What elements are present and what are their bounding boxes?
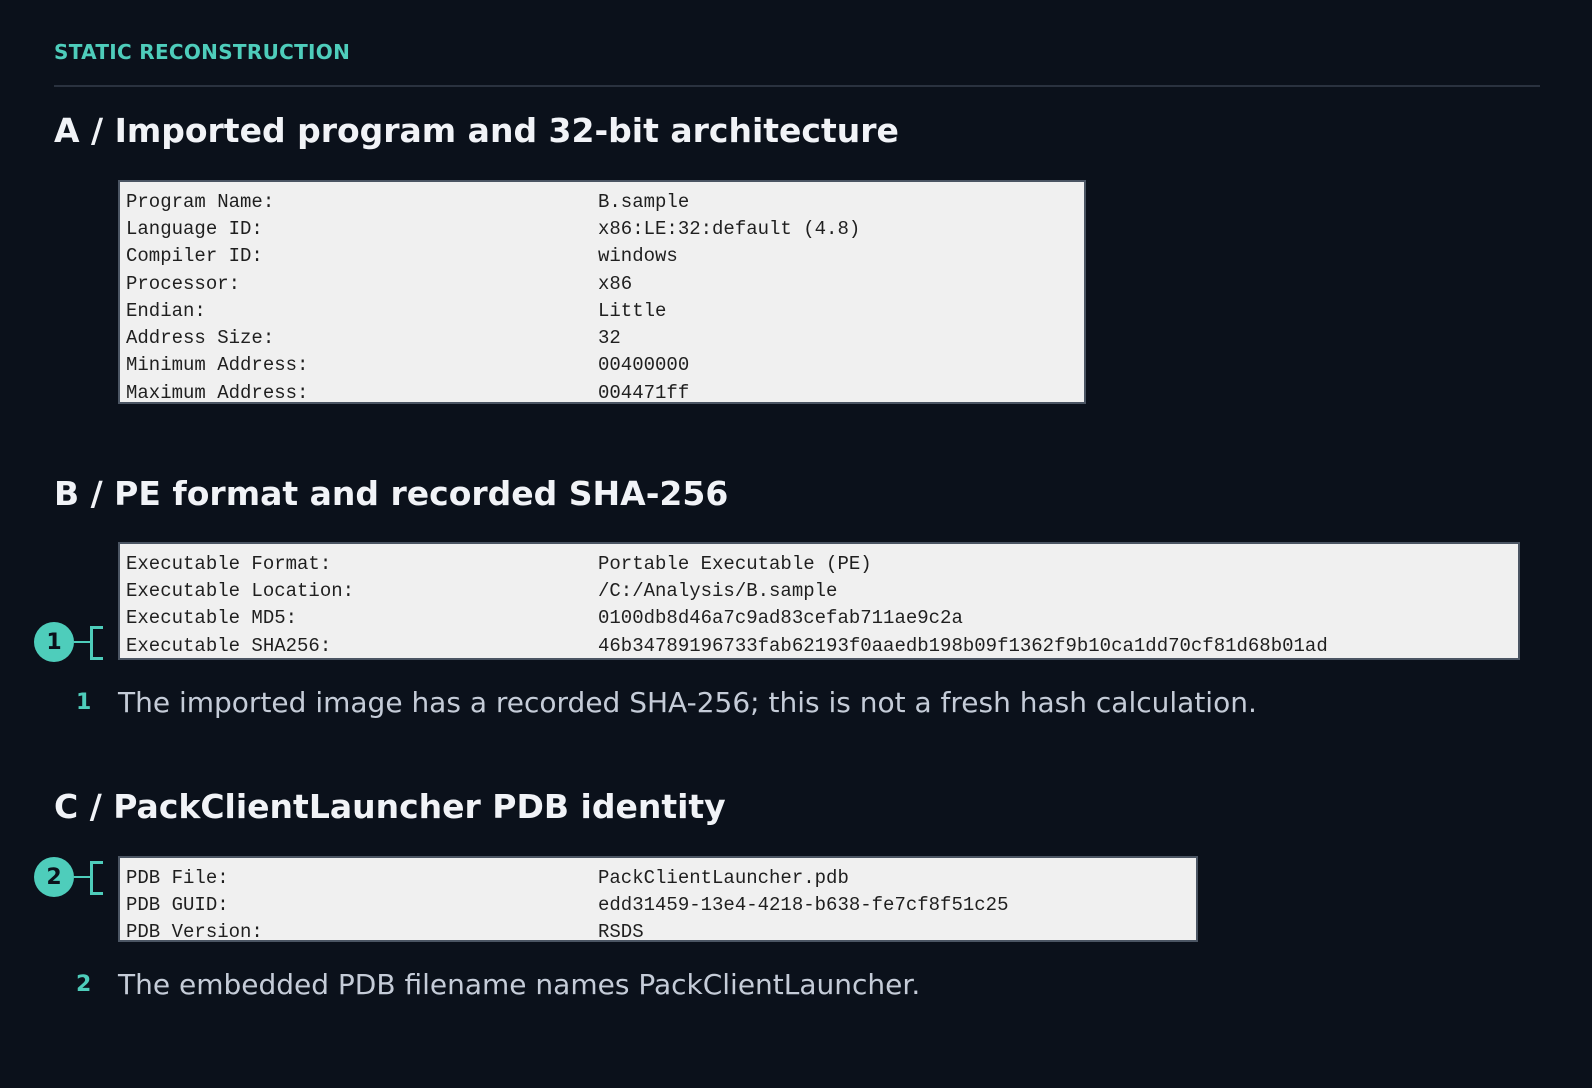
row-value: edd31459-13e4-4218-b638-fe7cf8f51c25 [598, 893, 1009, 916]
row-key: PDB File: [126, 866, 229, 889]
row-key: Executable Location: [126, 579, 355, 602]
pdb-info-row: PDB Version: RSDS [126, 919, 1196, 946]
executable-sha256-row: Executable SHA256: 46b34789196733fab62193… [126, 632, 1518, 659]
row-value: 32 [598, 327, 621, 350]
row-key: Language ID: [126, 217, 263, 240]
annotation-note-2: 2 The embedded PDB filename names PackCl… [76, 968, 920, 1001]
section-c-title: C / PackClientLauncher PDB identity [54, 787, 726, 826]
row-key: Compiler ID: [126, 245, 263, 268]
annotation-number: 2 [76, 972, 92, 997]
program-info-row: Language ID: x86:LE:32:default (4.8) [126, 215, 1084, 242]
annotation-note-1: 1 The imported image has a recorded SHA-… [76, 686, 1257, 719]
row-key: Executable Format: [126, 552, 332, 575]
program-info-row: Processor: x86 [126, 270, 1084, 297]
program-info-row: Address Size: 32 [126, 324, 1084, 351]
callout-number-badge: 1 [34, 622, 74, 662]
row-value: Little [598, 299, 667, 322]
row-value: PackClientLauncher.pdb [598, 866, 849, 889]
row-value: Portable Executable (PE) [598, 552, 872, 575]
program-info-row: Program Name: B.sample [126, 188, 1084, 215]
program-info-panel: Program Name: B.sample Language ID: x86:LE… [118, 180, 1086, 404]
callout-connector [74, 641, 90, 643]
program-info-row: Minimum Address: 00400000 [126, 352, 1084, 379]
callout-number-badge: 2 [34, 857, 74, 897]
executable-info-row: Executable Location: /C:/Analysis/B.sampl… [126, 577, 1518, 604]
row-key: Maximum Address: [126, 381, 309, 404]
executable-info-row: Executable Format: Portable Executable (P… [126, 550, 1518, 577]
section-a-title: A / Imported program and 32-bit architec… [54, 111, 899, 150]
row-key: PDB Version: [126, 921, 263, 944]
page-eyebrow: STATIC RECONSTRUCTION [54, 40, 351, 64]
header-divider [54, 85, 1540, 87]
row-key: PDB GUID: [126, 893, 229, 916]
pdb-info-panel: PDB File: PackClientLauncher.pdb PDB GUID… [118, 856, 1198, 943]
section-b-title: B / PE format and recorded SHA-256 [54, 474, 729, 513]
row-value: windows [598, 245, 678, 268]
annotation-text: The imported image has a recorded SHA-25… [118, 686, 1257, 719]
row-value: 004471ff [598, 381, 690, 404]
executable-info-panel: Executable Format: Portable Executable (P… [118, 542, 1520, 660]
row-key: Program Name: [126, 190, 275, 213]
row-value: RSDS [598, 921, 644, 944]
pdb-info-row: PDB GUID: edd31459-13e4-4218-b638-fe7cf8f… [126, 891, 1196, 918]
row-key: Address Size: [126, 327, 275, 350]
row-value: 46b34789196733fab62193f0aaedb198b09f1362… [598, 634, 1328, 657]
row-key: Executable SHA256: [126, 634, 332, 657]
row-value: /C:/Analysis/B.sample [598, 579, 838, 602]
row-value: 0100db8d46a7c9ad83cefab711ae9c2a [598, 607, 963, 630]
callout-marker-1: 1 [34, 622, 106, 662]
program-info-row: Endian: Little [126, 297, 1084, 324]
row-value: 00400000 [598, 354, 690, 377]
row-key: Minimum Address: [126, 354, 309, 377]
row-key: Endian: [126, 299, 206, 322]
callout-bracket [90, 861, 103, 895]
callout-bracket [90, 626, 103, 660]
annotation-number: 1 [76, 690, 92, 715]
callout-connector [74, 876, 90, 878]
row-value: x86 [598, 272, 633, 295]
program-info-row: Compiler ID: windows [126, 243, 1084, 270]
row-value: B.sample [598, 190, 690, 213]
callout-marker-2: 2 [34, 857, 106, 897]
row-key: Processor: [126, 272, 241, 295]
annotation-text: The embedded PDB filename names PackClie… [118, 968, 921, 1001]
program-info-row: Maximum Address: 004471ff [126, 379, 1084, 406]
row-value: x86:LE:32:default (4.8) [598, 217, 861, 240]
executable-info-row: Executable MD5: 0100db8d46a7c9ad83cefab71… [126, 605, 1518, 632]
pdb-info-row: PDB File: PackClientLauncher.pdb [126, 864, 1196, 891]
row-key: Executable MD5: [126, 607, 298, 630]
